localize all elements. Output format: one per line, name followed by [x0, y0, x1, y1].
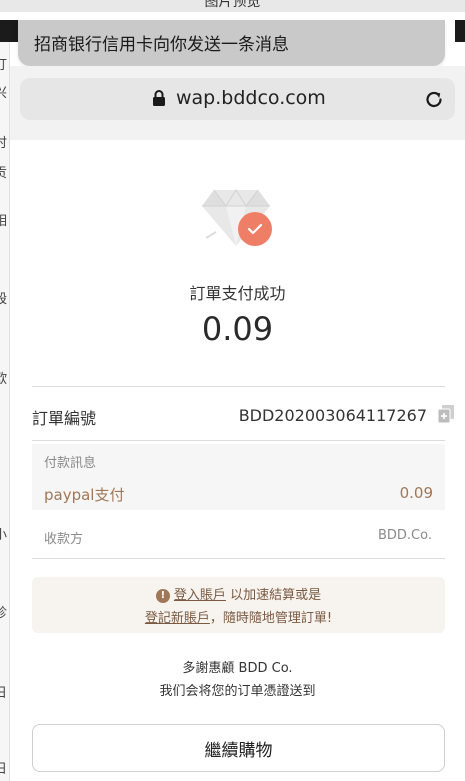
- payment-info-heading: 付款訊息: [44, 456, 97, 471]
- payment-info-section: 付款訊息 paypal支付 0.09: [32, 444, 445, 510]
- divider: [32, 558, 445, 559]
- continue-shopping-button[interactable]: 繼續購物: [32, 724, 445, 772]
- exclamation-icon: !: [155, 588, 170, 603]
- login-prompt-box: ! 登入賬戶 以加速結算或是 登記新賬戶，隨時隨地管理訂單!: [32, 577, 445, 633]
- login-prompt-line-2: 登記新賬戶，隨時隨地管理訂單!: [32, 607, 445, 626]
- login-prompt-line-1: ! 登入賬戶 以加速結算或是: [32, 584, 445, 603]
- divider: [32, 386, 445, 387]
- payment-method: paypal支付: [44, 486, 125, 504]
- edge-char: 贡: [0, 162, 7, 181]
- edge-char: 兴: [0, 82, 7, 101]
- edge-char: 日: [0, 682, 7, 701]
- edge-char: 小: [0, 524, 7, 543]
- lock-icon: [153, 90, 165, 106]
- notification-text: 招商银行信用卡向你发送一条消息: [34, 35, 289, 55]
- screen: 图片预览 汀 兴 时 贡 相 殺 欧 小 診 日 日 招商银行信用卡向你发送一条…: [0, 0, 465, 781]
- notification-banner[interactable]: 招商银行信用卡向你发送一条消息: [18, 20, 445, 66]
- copy-icon[interactable]: [437, 404, 455, 424]
- address-bar[interactable]: wap.bddco.com: [20, 78, 455, 120]
- edge-char: 相: [0, 210, 7, 229]
- top-title-bar: 图片预览: [0, 0, 465, 12]
- url-text: wap.bddco.com: [176, 87, 326, 109]
- edge-char: 殺: [0, 288, 7, 307]
- payee-label: 收款方: [44, 532, 84, 547]
- edge-char: 时: [0, 132, 7, 151]
- edge-char: 診: [0, 602, 7, 621]
- thanks-message: 多謝惠顧 BDD Co.: [182, 661, 293, 676]
- receipt-message: 我们会将您的订单憑證送到: [159, 684, 316, 699]
- order-number-value: BDD202003064117267: [238, 406, 427, 425]
- background-page-edge: 汀 兴 时 贡 相 殺 欧 小 診 日 日: [0, 42, 10, 781]
- success-check-icon: [238, 212, 272, 246]
- top-title: 图片预览: [204, 0, 261, 10]
- register-link[interactable]: 登記新賬戶: [145, 611, 210, 626]
- payment-status-title: 訂單支付成功: [189, 284, 286, 303]
- edge-char: 日: [0, 758, 7, 777]
- payee-value: BDD.Co.: [377, 528, 432, 543]
- background-window-edge-right: [455, 20, 465, 42]
- edge-char: 汀: [0, 54, 7, 73]
- divider: [32, 440, 445, 441]
- login-prompt-text: 以加速結算或是: [230, 588, 322, 603]
- edge-char: 欧: [0, 368, 7, 387]
- paid-amount: 0.09: [201, 310, 274, 348]
- register-prompt-text: ，隨時隨地管理訂單!: [209, 611, 333, 626]
- order-number-label: 訂單編號: [32, 409, 97, 428]
- order-success-page: 訂單支付成功 0.09 訂單編號 BDD202003064117267 付款訊息…: [10, 140, 465, 781]
- background-window-edge: [0, 20, 18, 42]
- reload-icon[interactable]: [423, 88, 445, 110]
- login-link[interactable]: 登入賬戶: [174, 588, 226, 603]
- payment-amount: 0.09: [399, 484, 433, 502]
